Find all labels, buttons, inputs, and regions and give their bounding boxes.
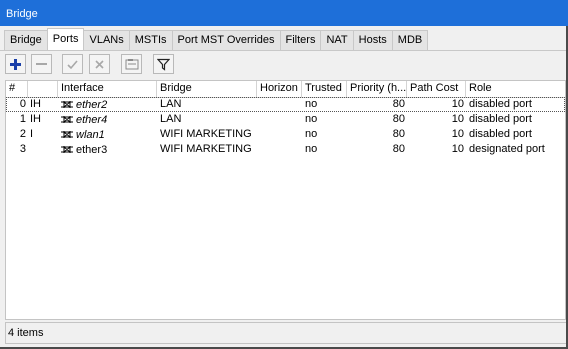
remove-button[interactable] bbox=[31, 54, 52, 74]
column-header-role[interactable]: Role bbox=[466, 81, 565, 97]
minus-icon bbox=[36, 62, 47, 65]
cell-path-cost: 10 bbox=[451, 98, 464, 110]
tab-port-mst-overrides[interactable]: Port MST Overrides bbox=[171, 30, 281, 50]
comment-button[interactable] bbox=[121, 54, 142, 74]
tab-bar: Bridge Ports VLANs MSTIs Port MST Overri… bbox=[4, 28, 429, 50]
ethernet-port-icon bbox=[61, 131, 73, 138]
cell-priority: 80 bbox=[392, 143, 405, 155]
table-header: # Interface Bridge Horizon Trusted Prior… bbox=[6, 81, 565, 98]
cell-number: 2 bbox=[19, 128, 26, 140]
cell-flags: IH bbox=[30, 113, 41, 125]
cell-number: 3 bbox=[19, 143, 26, 155]
cell-interface: ether2 bbox=[60, 97, 157, 112]
tab-mstis[interactable]: MSTIs bbox=[128, 30, 173, 50]
disable-button[interactable] bbox=[89, 54, 110, 74]
cell-role: disabled port bbox=[469, 98, 532, 110]
interface-name: ether4 bbox=[76, 113, 108, 126]
cell-role: disabled port bbox=[469, 113, 532, 125]
interface-name: ether2 bbox=[76, 98, 108, 111]
filter-button[interactable] bbox=[153, 54, 174, 74]
cell-trusted: no bbox=[305, 113, 318, 125]
column-header-priority[interactable]: Priority (h... bbox=[347, 81, 407, 97]
tab-hosts[interactable]: Hosts bbox=[352, 30, 393, 50]
interface-name: ether3 bbox=[76, 143, 108, 156]
tab-vlans[interactable]: VLANs bbox=[83, 30, 130, 50]
cell-trusted: no bbox=[305, 98, 318, 110]
cell-priority: 80 bbox=[392, 113, 405, 125]
cell-priority: 80 bbox=[392, 128, 405, 140]
column-header-number[interactable]: # bbox=[6, 81, 28, 97]
tab-filters[interactable]: Filters bbox=[279, 30, 322, 50]
items-count: 4 items bbox=[8, 327, 44, 339]
cell-path-cost: 10 bbox=[451, 128, 464, 140]
cell-number: 0 bbox=[19, 98, 26, 110]
column-header-interface[interactable]: Interface bbox=[58, 81, 157, 97]
add-button[interactable] bbox=[5, 54, 26, 74]
toolbar bbox=[0, 50, 566, 78]
table-row[interactable]: 1 IH ether4 LAN no 80 10 disabled port bbox=[6, 112, 565, 127]
table-row[interactable]: 2 I wlan1 WIFI MARKETING no 80 10 disabl… bbox=[6, 127, 565, 142]
cell-role: designated port bbox=[469, 143, 545, 155]
cell-number: 1 bbox=[19, 113, 26, 125]
cell-bridge: LAN bbox=[160, 98, 182, 110]
cell-interface: wlan1 bbox=[60, 127, 157, 142]
interface-name: wlan1 bbox=[76, 128, 105, 141]
cell-interface: ether3 bbox=[60, 142, 157, 157]
x-icon bbox=[95, 59, 104, 69]
column-header-flags[interactable] bbox=[28, 81, 58, 97]
cell-flags: I bbox=[30, 128, 34, 140]
table-row[interactable]: 0 IH ether2 LAN no 80 10 disabled port bbox=[6, 97, 565, 112]
cell-bridge: LAN bbox=[160, 113, 182, 125]
comment-icon bbox=[125, 59, 138, 70]
cell-flags bbox=[30, 142, 58, 157]
enable-button[interactable] bbox=[62, 54, 83, 74]
status-bar: 4 items bbox=[5, 322, 566, 344]
check-icon bbox=[67, 59, 78, 69]
cell-horizon bbox=[260, 112, 302, 127]
ethernet-port-icon bbox=[61, 101, 73, 108]
tab-nat[interactable]: NAT bbox=[320, 30, 354, 50]
cell-trusted: no bbox=[305, 143, 318, 155]
plus-icon bbox=[10, 58, 21, 70]
window-title: Bridge bbox=[6, 8, 38, 20]
cell-flags: IH bbox=[30, 98, 41, 110]
cell-trusted: no bbox=[305, 128, 318, 140]
column-header-path-cost[interactable]: Path Cost bbox=[407, 81, 466, 97]
cell-role: disabled port bbox=[469, 128, 532, 140]
tab-bridge[interactable]: Bridge bbox=[4, 30, 48, 50]
cell-priority: 80 bbox=[392, 98, 405, 110]
ethernet-port-icon bbox=[61, 116, 73, 123]
window-titlebar[interactable]: Bridge bbox=[0, 0, 568, 26]
cell-path-cost: 10 bbox=[451, 143, 464, 155]
cell-horizon bbox=[260, 97, 302, 112]
ports-table: # Interface Bridge Horizon Trusted Prior… bbox=[5, 80, 566, 320]
filter-icon bbox=[157, 58, 170, 71]
tab-mdb[interactable]: MDB bbox=[391, 30, 429, 50]
cell-bridge: WIFI MARKETING bbox=[160, 143, 252, 155]
column-header-bridge[interactable]: Bridge bbox=[157, 81, 257, 97]
cell-horizon bbox=[260, 127, 302, 142]
cell-interface: ether4 bbox=[60, 112, 157, 127]
ethernet-port-icon bbox=[61, 146, 73, 153]
cell-path-cost: 10 bbox=[451, 113, 464, 125]
cell-bridge: WIFI MARKETING bbox=[160, 128, 252, 140]
cell-horizon bbox=[260, 142, 302, 157]
table-row[interactable]: 3 ether3 WIFI MARKETING no 80 10 designa… bbox=[6, 142, 565, 157]
column-header-horizon[interactable]: Horizon bbox=[257, 81, 302, 97]
column-header-trusted[interactable]: Trusted bbox=[302, 81, 347, 97]
tab-ports[interactable]: Ports bbox=[46, 28, 85, 50]
bridge-window: Bridge Ports VLANs MSTIs Port MST Overri… bbox=[0, 26, 568, 349]
